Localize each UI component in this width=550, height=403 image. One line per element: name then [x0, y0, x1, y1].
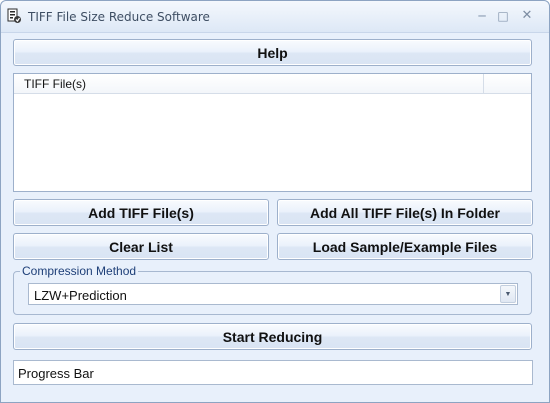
- close-button[interactable]: ✕: [516, 7, 538, 25]
- app-window: TIFF File Size Reduce Software ─ □ ✕ Hel…: [0, 0, 550, 403]
- list-header: TIFF File(s): [14, 74, 531, 94]
- compression-method-legend: Compression Method: [20, 264, 139, 278]
- tiff-app-icon: [7, 8, 21, 23]
- window-title: TIFF File Size Reduce Software: [28, 10, 210, 24]
- clear-list-button[interactable]: Clear List: [13, 233, 269, 260]
- add-folder-button[interactable]: Add All TIFF File(s) In Folder: [277, 199, 533, 226]
- title-bar[interactable]: TIFF File Size Reduce Software ─ □ ✕: [1, 1, 549, 33]
- compression-method-value: LZW+Prediction: [34, 288, 127, 303]
- load-sample-files-button[interactable]: Load Sample/Example Files: [277, 233, 533, 260]
- chevron-down-icon[interactable]: ▼: [500, 285, 516, 303]
- add-tiff-files-button[interactable]: Add TIFF File(s): [13, 199, 269, 226]
- minimize-button[interactable]: ─: [471, 7, 493, 25]
- start-reducing-button[interactable]: Start Reducing: [13, 323, 532, 350]
- progress-label: Progress Bar: [18, 366, 94, 381]
- column-header-tiff-files[interactable]: TIFF File(s): [14, 74, 484, 94]
- tiff-file-list[interactable]: TIFF File(s): [13, 73, 532, 192]
- progress-bar: Progress Bar: [13, 360, 533, 385]
- compression-method-select[interactable]: LZW+Prediction ▼: [28, 283, 518, 305]
- help-button[interactable]: Help: [13, 39, 532, 66]
- maximize-button[interactable]: □: [492, 7, 514, 25]
